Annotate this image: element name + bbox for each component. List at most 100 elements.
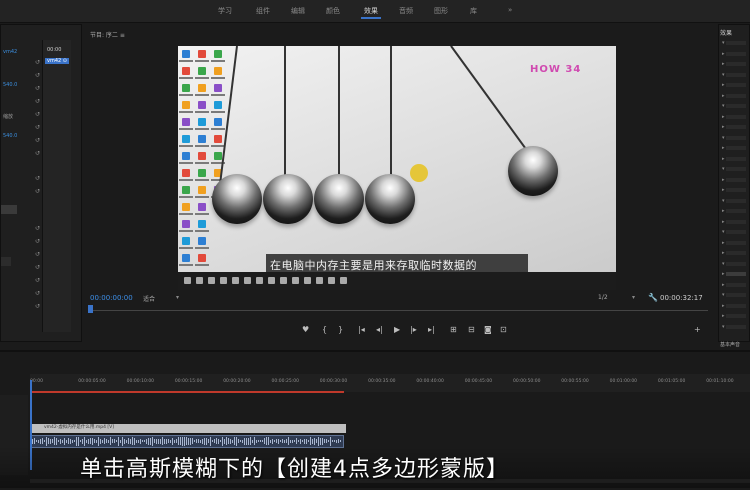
effects-tree-item[interactable] [726,293,746,297]
effects-tree-item[interactable] [726,83,746,87]
effects-tree-item[interactable] [726,93,746,98]
effects-tree-item[interactable] [726,114,746,119]
effects-tree-item[interactable] [726,209,746,213]
reset-icon[interactable]: ↺ [35,175,40,182]
chevron-icon[interactable]: ▾ [722,166,725,172]
comparison-view-button[interactable]: ⊡ [500,325,507,334]
workspace-tab-effects[interactable]: 效果 [364,6,378,16]
ec-dropdown[interactable] [1,257,11,266]
work-area-bar[interactable] [32,391,344,393]
workspace-tab-learn[interactable]: 学习 [218,6,232,16]
step-back-button[interactable]: ◂| [376,325,383,334]
effects-tree-item[interactable] [726,51,746,56]
workspace-tab-graphics[interactable]: 图形 [434,6,448,16]
chevron-icon[interactable]: ▸ [722,156,725,162]
play-button[interactable]: ▶ [394,325,400,334]
chevron-icon[interactable]: ▸ [722,313,725,319]
add-marker-button[interactable]: ♥ [302,325,309,334]
reset-icon[interactable]: ↺ [35,98,40,105]
wrench-icon[interactable]: 🔧 [648,293,658,302]
effects-tree-item[interactable] [726,146,746,150]
reset-icon[interactable]: ↺ [35,225,40,232]
effects-tree-item[interactable] [726,198,746,203]
chevron-down-icon[interactable]: ▾ [176,294,179,301]
reset-icon[interactable]: ↺ [35,290,40,297]
chevron-icon[interactable]: ▾ [722,261,725,267]
essential-sound-tab[interactable]: 基本声音 [720,341,740,348]
chevron-icon[interactable]: ▾ [722,40,725,46]
reset-icon[interactable]: ↺ [35,124,40,131]
chevron-icon[interactable]: ▸ [722,177,725,183]
chevron-icon[interactable]: ▸ [722,240,725,246]
reset-icon[interactable]: ↺ [35,264,40,271]
reset-icon[interactable]: ↺ [35,59,40,66]
effects-tree-item[interactable] [726,167,746,171]
workspace-tab-libraries[interactable]: 库 [470,6,477,16]
chevron-icon[interactable]: ▾ [722,324,725,330]
chevron-icon[interactable]: ▸ [722,303,725,309]
step-forward-button[interactable]: |▸ [410,325,417,334]
reset-icon[interactable]: ↺ [35,150,40,157]
effects-tree-item[interactable] [726,219,746,224]
mark-out-button[interactable]: } [338,325,343,334]
workspace-tab-editing[interactable]: 编辑 [291,6,305,16]
effects-tree-item[interactable] [726,62,746,66]
chevron-icon[interactable]: ▸ [722,208,725,214]
chevron-icon[interactable]: ▸ [722,93,725,99]
program-title[interactable]: 节目: 序二 ≡ [90,30,125,39]
effects-tree-item[interactable] [726,72,746,77]
chevron-icon[interactable]: ▸ [722,61,725,67]
effects-tree-item[interactable] [726,177,746,182]
program-scrubber[interactable] [88,305,708,315]
effects-tree-item[interactable] [726,314,746,318]
chevron-icon[interactable]: ▸ [722,124,725,130]
chevron-icon[interactable]: ▸ [722,219,725,225]
ec-clip-name[interactable]: vm42 [3,49,17,55]
chevron-icon[interactable]: ▸ [722,114,725,120]
chevron-icon[interactable]: ▸ [722,282,725,288]
mark-in-button[interactable]: { [322,325,327,334]
chevron-icon[interactable]: ▸ [722,271,725,277]
effects-tree-item[interactable] [726,230,746,234]
chevron-icon[interactable]: ▾ [722,72,725,78]
ec-value-2[interactable]: 540.0 [3,133,17,139]
effects-tree-item[interactable] [726,261,746,266]
reset-icon[interactable]: ↺ [35,72,40,79]
reset-icon[interactable]: ↺ [35,277,40,284]
effects-tree-item[interactable] [726,272,746,276]
chevron-icon[interactable]: ▾ [722,229,725,235]
reset-icon[interactable]: ↺ [35,137,40,144]
go-to-in-button[interactable]: |◂ [358,325,365,334]
workspace-more-button[interactable]: » [508,6,512,14]
reset-icon[interactable]: ↺ [35,111,40,118]
effects-tree-item[interactable] [726,41,746,45]
current-timecode[interactable]: 00:00:00:00 [90,294,133,302]
ec-value-1[interactable]: 540.0 [3,82,17,88]
effects-tree-item[interactable] [726,303,746,308]
lift-button[interactable]: ⊞ [450,325,457,334]
ec-input-field[interactable] [1,205,17,214]
reset-icon[interactable]: ↺ [35,303,40,310]
reset-icon[interactable]: ↺ [35,238,40,245]
chevron-icon[interactable]: ▸ [722,145,725,151]
workspace-tab-assembly[interactable]: 组件 [256,6,270,16]
effects-tree-item[interactable] [726,240,746,245]
zoom-fit-select[interactable]: 适合 [143,294,155,303]
export-frame-button[interactable]: ◙ [484,325,492,334]
chevron-icon[interactable]: ▸ [722,51,725,57]
go-to-out-button[interactable]: ▸| [428,325,435,334]
chevron-icon[interactable]: ▾ [722,103,725,109]
effects-tree-item[interactable] [726,282,746,287]
effects-tree-item[interactable] [726,104,746,108]
effects-tree-item[interactable] [726,135,746,140]
resolution-select[interactable]: 1/2 [598,294,608,301]
reset-icon[interactable]: ↺ [35,251,40,258]
chevron-down-icon[interactable]: ▾ [632,294,635,301]
effects-tree-item[interactable] [726,188,746,192]
scrub-playhead[interactable] [88,305,93,313]
chevron-icon[interactable]: ▾ [722,292,725,298]
reset-icon[interactable]: ↺ [35,85,40,92]
chevron-icon[interactable]: ▸ [722,82,725,88]
effects-panel-title[interactable]: 效果 [720,28,732,37]
effects-tree-item[interactable] [726,125,746,129]
